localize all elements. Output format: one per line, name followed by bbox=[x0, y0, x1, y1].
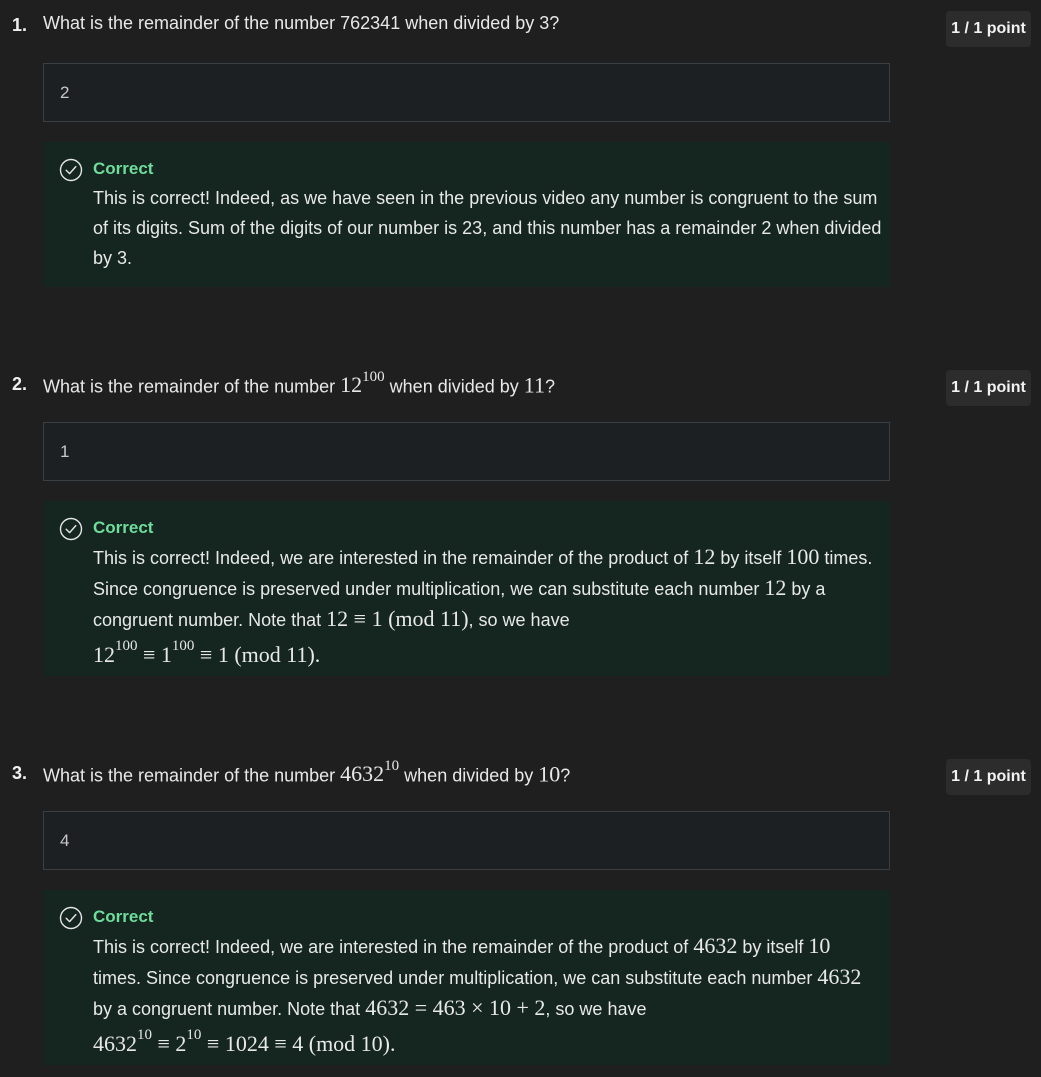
question-header: 2. What is the remainder of the number 1… bbox=[0, 359, 1041, 406]
math-base: 12 bbox=[340, 372, 363, 398]
feedback-segment: by itself bbox=[742, 937, 804, 957]
question-header: 1. What is the remainder of the number 7… bbox=[0, 0, 1041, 47]
check-circle-icon bbox=[59, 158, 83, 182]
feedback-title: Correct bbox=[93, 907, 154, 926]
feedback-panel: Correct This is correct! Indeed, we are … bbox=[43, 890, 890, 1065]
math-base: 4632 bbox=[340, 761, 385, 787]
answer-value: 4 bbox=[60, 831, 70, 850]
math-exponent: 100 bbox=[171, 638, 195, 654]
question-prefix: What is the remainder of the number bbox=[43, 376, 336, 397]
math-modulus: 11 bbox=[523, 372, 545, 398]
math-base: 12 bbox=[93, 642, 115, 668]
question-mid: when divided by bbox=[389, 376, 519, 397]
math-exponent: 100 bbox=[362, 369, 385, 385]
answer-value: 1 bbox=[60, 442, 70, 461]
check-circle-icon bbox=[59, 906, 83, 930]
feedback-panel: Correct This is correct! Indeed, we are … bbox=[43, 501, 890, 676]
question-text: What is the remainder of the number 4632… bbox=[43, 758, 571, 787]
question-text: What is the remainder of the number 1210… bbox=[43, 369, 555, 398]
feedback-title: Correct bbox=[93, 518, 154, 537]
math-expression: 12100 bbox=[340, 369, 385, 398]
question-number: 1. bbox=[12, 15, 28, 35]
math-expression: 4632 = 463 × 10 + 2 bbox=[365, 995, 546, 1020]
feedback-panel: Correct This is correct! Indeed, as we h… bbox=[43, 142, 890, 287]
question-mid: when divided by bbox=[404, 765, 534, 786]
math-base: 4632 bbox=[93, 1031, 137, 1057]
math-expression: 100 bbox=[786, 544, 820, 569]
feedback-text: This is correct! Indeed, we are interest… bbox=[93, 542, 883, 671]
math-expression: 4632 bbox=[817, 964, 862, 989]
math-expression: 12 ≡ 1 (mod 11) bbox=[326, 606, 469, 631]
feedback-segment: , so we have bbox=[468, 610, 570, 630]
math-exponent: 10 bbox=[186, 1027, 202, 1043]
feedback-text: This is correct! Indeed, as we have seen… bbox=[93, 188, 882, 268]
feedback-segment: by a congruent number. Note that bbox=[93, 999, 361, 1019]
score-badge: 1 / 1 point bbox=[946, 11, 1031, 47]
math-tail: ≡ 1024 ≡ 4 (mod 10). bbox=[201, 1031, 396, 1057]
math-expression: 12100 ≡ 1100 ≡ 1 (mod 11). bbox=[93, 638, 321, 668]
feedback-text: This is correct! Indeed, we are interest… bbox=[93, 931, 883, 1060]
math-expression: 12 bbox=[693, 544, 716, 569]
answer-value: 2 bbox=[60, 83, 70, 102]
math-expression: 463210 bbox=[340, 758, 400, 787]
math-exponent: 100 bbox=[115, 638, 138, 654]
question-header: 3. What is the remainder of the number 4… bbox=[0, 748, 1041, 795]
answer-field[interactable]: 4 bbox=[43, 811, 890, 870]
check-circle-icon bbox=[59, 517, 83, 541]
question-suffix: ? bbox=[560, 765, 571, 786]
math-modulus: 10 bbox=[538, 761, 561, 787]
feedback-title: Correct bbox=[93, 159, 154, 178]
question-number: 3. bbox=[12, 763, 28, 783]
math-base: ≡ 1 bbox=[137, 642, 172, 668]
feedback-segment: This is correct! Indeed, we are interest… bbox=[93, 937, 689, 957]
feedback-segment: times. Since congruence is preserved und… bbox=[93, 968, 813, 988]
feedback-segment: by itself bbox=[720, 548, 782, 568]
math-exponent: 10 bbox=[137, 1027, 152, 1043]
math-exponent: 10 bbox=[384, 758, 400, 774]
math-expression: 4632 bbox=[693, 933, 738, 958]
score-badge: 1 / 1 point bbox=[946, 370, 1031, 406]
math-expression: 463210 ≡ 210 ≡ 1024 ≡ 4 (mod 10). bbox=[93, 1027, 396, 1057]
question-number: 2. bbox=[12, 374, 28, 394]
math-tail: ≡ 1 (mod 11). bbox=[194, 642, 321, 668]
score-badge: 1 / 1 point bbox=[946, 759, 1031, 795]
question-prefix: What is the remainder of the number bbox=[43, 765, 336, 786]
math-expression: 12 bbox=[764, 575, 787, 600]
question-suffix: ? bbox=[544, 376, 555, 397]
answer-field[interactable]: 1 bbox=[43, 422, 890, 481]
feedback-segment: This is correct! Indeed, we are interest… bbox=[93, 548, 689, 568]
feedback-segment: , so we have bbox=[545, 999, 647, 1019]
answer-field[interactable]: 2 bbox=[43, 63, 890, 122]
math-expression: 10 bbox=[808, 933, 831, 958]
math-base: ≡ 2 bbox=[152, 1031, 187, 1057]
question-text: What is the remainder of the number 7623… bbox=[43, 13, 560, 33]
